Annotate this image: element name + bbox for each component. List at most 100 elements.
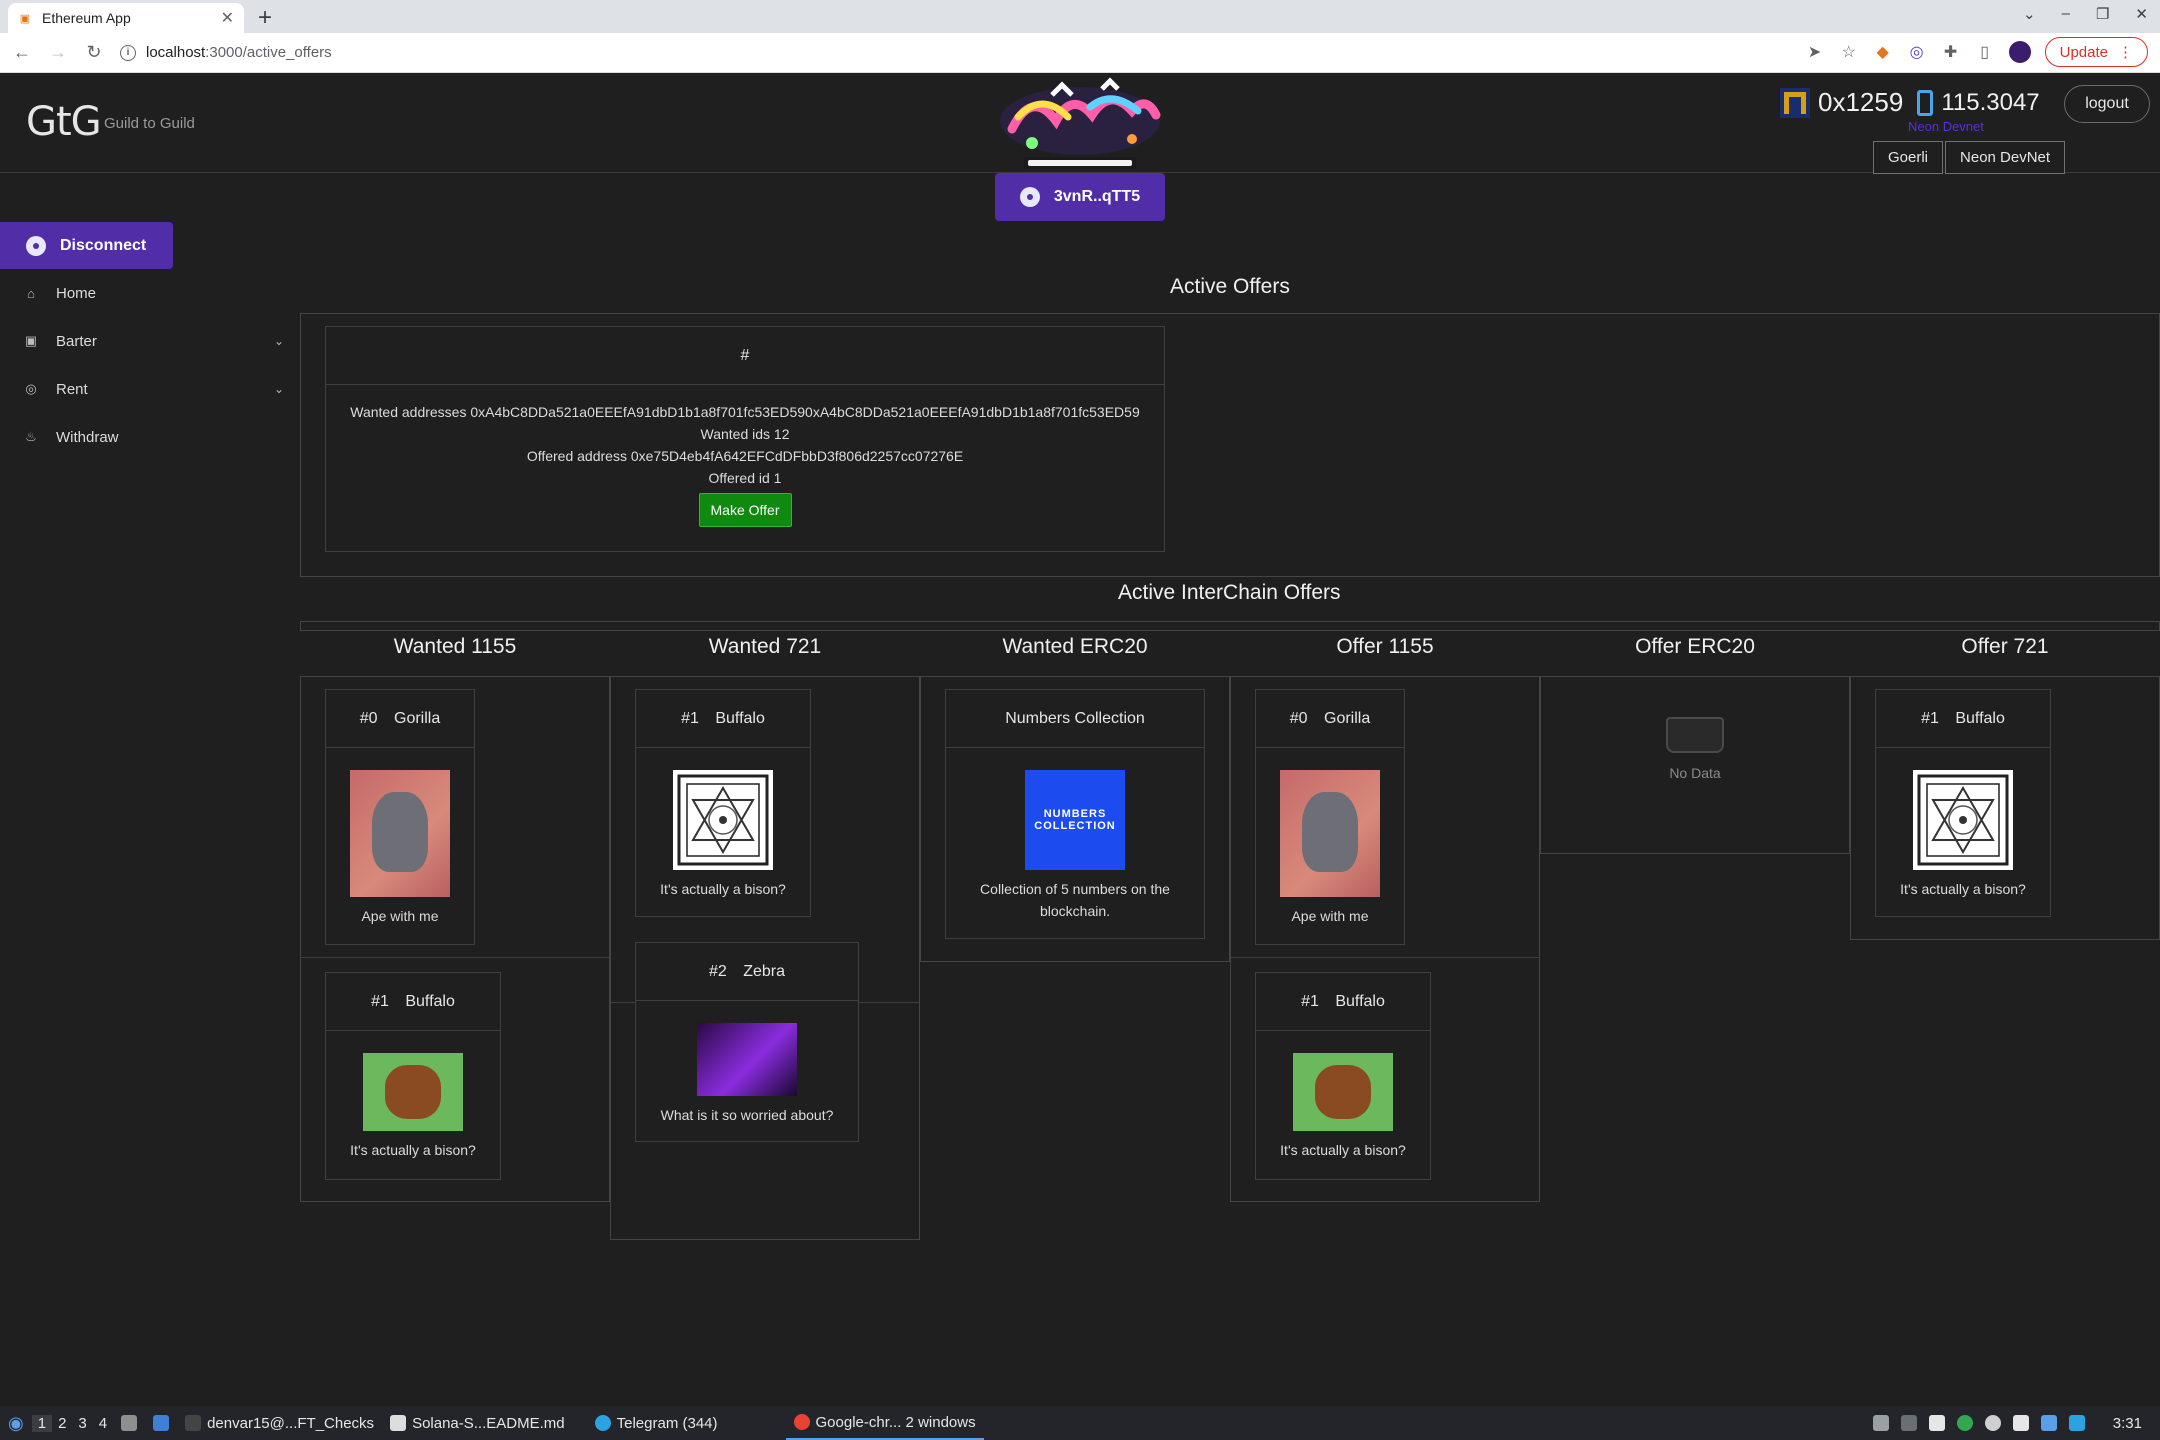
wifi-icon[interactable]	[2012, 1415, 2029, 1431]
nft-card[interactable]: #1 Buffalo It's actually a bison?	[1255, 972, 1431, 1180]
taskbar-app-label: Google-chr... 2 windows	[815, 1413, 976, 1431]
bookmark-star-icon[interactable]: ☆	[1839, 42, 1859, 62]
minimize-icon[interactable]: –	[2062, 5, 2070, 23]
nft-name: Gorilla	[394, 709, 441, 727]
buffalo-image	[363, 1053, 463, 1131]
workspace-1[interactable]: 1	[31, 1414, 53, 1432]
tab-close-icon[interactable]: ✕	[221, 8, 234, 28]
offered-address: Offered address 0xe75D4eb4fA642EFCdDFbbD…	[526, 448, 964, 464]
token-card[interactable]: Numbers Collection NUMBERS COLLECTION Co…	[945, 689, 1205, 939]
nft-caption: It's actually a bison?	[660, 881, 786, 897]
yantra-image	[673, 770, 773, 870]
maximize-icon[interactable]: ❐	[2096, 5, 2109, 23]
terminal-icon	[185, 1415, 202, 1431]
forward-icon[interactable]: →	[44, 42, 72, 63]
nft-name: Buffalo	[1955, 709, 2005, 727]
extension-circle-icon[interactable]: ◎	[1907, 42, 1927, 62]
sidebar-item-barter[interactable]: ▣ Barter ⌄	[0, 317, 290, 365]
show-desktop-icon[interactable]	[145, 1406, 177, 1440]
workspace-3[interactable]: 3	[72, 1415, 92, 1432]
url-host: localhost	[146, 44, 206, 61]
file-manager-icon[interactable]	[113, 1406, 145, 1440]
workspace-4[interactable]: 4	[93, 1415, 113, 1432]
yantra-image	[1913, 770, 2013, 870]
sidebar-item-label: Withdraw	[56, 428, 119, 446]
browser-tab[interactable]: ▣ Ethereum App ✕	[8, 3, 244, 33]
account-address: 0x1259	[1818, 87, 1904, 117]
volume-icon[interactable]	[1900, 1415, 1917, 1431]
nft-card-header: #1 Buffalo	[636, 690, 810, 748]
phantom-ghost-icon	[26, 235, 46, 256]
tab-search-icon[interactable]: ⌄	[2023, 5, 2036, 23]
tab-favicon-icon: ▣	[19, 12, 31, 25]
make-offer-button[interactable]: Make Offer	[698, 493, 792, 527]
nft-card-header: #1 Buffalo	[1876, 690, 2050, 748]
window-close-icon[interactable]: ✕	[2135, 5, 2148, 23]
taskbar-app-editor[interactable]: Solana-S...EADME.md	[382, 1406, 573, 1440]
workspace-2[interactable]: 2	[52, 1415, 72, 1432]
active-offers-panel: # Wanted addresses 0xA4bC8DDa521a0EEEfA9…	[300, 313, 2160, 577]
nft-card[interactable]: #1 Buffalo It's actually a bison?	[1875, 689, 2051, 917]
nft-number: #2	[708, 962, 727, 980]
account-balance: 115.3047	[1941, 88, 2040, 116]
update-button[interactable]: Update ⋮	[2044, 37, 2148, 67]
logout-button[interactable]: logout	[2064, 85, 2150, 123]
buffalo-image	[1293, 1053, 1393, 1131]
address-bar[interactable]: i localhost:3000/active_offers	[120, 37, 332, 69]
nft-number: #1	[371, 992, 389, 1010]
nft-card[interactable]: #1 Buffalo It's actually a bison?	[635, 689, 811, 917]
wallet-connect-button[interactable]: 3vnR..qTT5	[995, 173, 1165, 221]
disconnect-button[interactable]: Disconnect	[0, 222, 173, 269]
reload-icon[interactable]: ↻	[80, 42, 108, 63]
sidebar-item-withdraw[interactable]: ♨ Withdraw	[0, 413, 290, 461]
sync-icon[interactable]	[1984, 1415, 2001, 1431]
interchain-offers-title: Active InterChain Offers	[1118, 581, 1341, 604]
wanted-1155-panel: #0 Gorilla Ape with me #1 Buffalo It's a…	[300, 676, 610, 1202]
taskbar-app-label: Solana-S...EADME.md	[412, 1414, 565, 1432]
extensions-puzzle-icon[interactable]: ✚	[1941, 42, 1961, 62]
site-info-icon[interactable]: i	[120, 44, 136, 61]
profile-avatar[interactable]	[2008, 41, 2031, 63]
clipboard-icon[interactable]	[1872, 1415, 1889, 1431]
column-title-wanted-erc20: Wanted ERC20	[1002, 635, 1148, 658]
offer-721-panel: #1 Buffalo It's actually a bison?	[1850, 676, 2160, 940]
network-label: Neon Devnet	[1908, 119, 1984, 134]
telegram-tray-icon[interactable]	[2068, 1415, 2085, 1431]
token-card-header: Numbers Collection	[946, 690, 1204, 748]
taskbar-app-chrome[interactable]: Google-chr... 2 windows	[785, 1406, 984, 1440]
nft-card[interactable]: #0 Gorilla Ape with me	[1255, 689, 1405, 945]
sidebar-item-rent[interactable]: ◎ Rent ⌄	[0, 365, 290, 413]
metamask-fox-icon[interactable]: ◆	[1873, 42, 1893, 62]
update-label: Update	[2059, 43, 2108, 61]
start-menu-icon[interactable]: ◉	[0, 1406, 32, 1440]
network-tray-icon[interactable]	[2040, 1415, 2057, 1431]
nft-card[interactable]: #2 Zebra What is it so worried about?	[635, 942, 859, 1142]
gorilla-image	[1280, 770, 1380, 897]
update-tray-icon[interactable]	[1956, 1415, 1973, 1431]
new-tab-icon[interactable]: +	[258, 4, 272, 32]
nft-caption: It's actually a bison?	[1900, 881, 2026, 897]
nft-card[interactable]: #1 Buffalo It's actually a bison?	[325, 972, 501, 1180]
taskbar-app-telegram[interactable]: Telegram (344)	[587, 1406, 726, 1440]
document-icon[interactable]	[1928, 1415, 1945, 1431]
system-tray: 3:31	[1872, 1406, 2142, 1440]
app-header: GtG Guild to Guild 3vnR..qTT5 0x1259 115…	[0, 73, 2160, 221]
sidebar-item-label: Barter	[56, 332, 97, 350]
nft-card[interactable]: #0 Gorilla Ape with me	[325, 689, 475, 945]
column-title-wanted-1155: Wanted 1155	[393, 635, 517, 658]
app-logo[interactable]: GtG	[26, 99, 102, 145]
network-goerli-button[interactable]: Goerli	[1873, 141, 1944, 174]
back-icon[interactable]: ←	[8, 42, 36, 63]
telegram-icon	[594, 1415, 611, 1431]
chevron-down-icon: ⌄	[273, 382, 284, 396]
active-offers-title: Active Offers	[1170, 275, 1290, 298]
network-neon-devnet-button[interactable]: Neon DevNet	[1945, 141, 2066, 174]
nft-number: #0	[1289, 709, 1308, 727]
offer-erc20-panel: No Data	[1540, 676, 1850, 854]
sidebar-item-home[interactable]: ⌂ Home	[0, 269, 290, 317]
phantom-ghost-icon	[1019, 187, 1040, 207]
send-icon[interactable]: ➤	[1805, 42, 1825, 62]
taskbar-app-terminal[interactable]: denvar15@...FT_Checks	[177, 1406, 382, 1440]
nft-number: #1	[1921, 709, 1939, 727]
side-panel-icon[interactable]: ▯	[1975, 42, 1995, 62]
